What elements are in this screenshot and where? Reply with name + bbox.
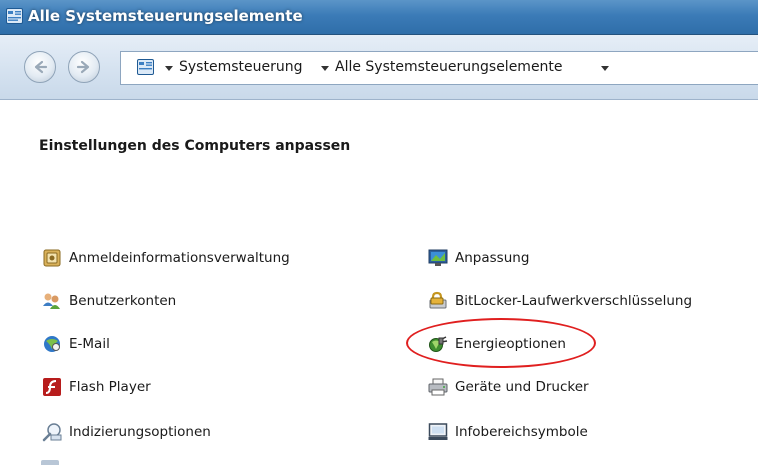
mail-icon bbox=[44, 336, 60, 352]
back-arrow-icon bbox=[34, 60, 48, 74]
credential-manager-icon bbox=[43, 249, 61, 267]
breadcrumb-systemsteuerung[interactable]: Systemsteuerung bbox=[179, 59, 302, 75]
breadcrumb-alle-elemente[interactable]: Alle Systemsteuerungselemente bbox=[335, 59, 563, 75]
personalization-icon bbox=[428, 249, 448, 266]
address-bar[interactable]: Systemsteuerung Alle Systemsteuerungsele… bbox=[120, 51, 758, 85]
devices-printers-icon bbox=[428, 378, 448, 396]
control-panel-icon bbox=[137, 59, 154, 75]
forward-button[interactable] bbox=[68, 51, 100, 83]
flash-player-icon bbox=[43, 378, 61, 396]
page-heading: Einstellungen des Computers anpassen bbox=[39, 138, 351, 154]
window-title: Alle Systemsteuerungselemente bbox=[28, 7, 303, 25]
notification-icons-icon bbox=[428, 423, 448, 440]
navigation-bar: Systemsteuerung Alle Systemsteuerungsele… bbox=[0, 35, 758, 100]
indexing-options-icon bbox=[42, 423, 62, 442]
chevron-down-icon[interactable] bbox=[165, 66, 173, 71]
title-bar: Alle Systemsteuerungselemente bbox=[0, 0, 758, 35]
partial-item-icon bbox=[41, 460, 59, 465]
user-accounts-icon bbox=[43, 293, 60, 309]
highlight-ellipse bbox=[406, 318, 596, 368]
chevron-down-icon[interactable] bbox=[601, 66, 609, 71]
control-panel-icon bbox=[6, 8, 23, 24]
back-button[interactable] bbox=[24, 51, 56, 83]
bitlocker-icon bbox=[429, 291, 447, 309]
forward-arrow-icon bbox=[76, 60, 90, 74]
chevron-down-icon[interactable] bbox=[321, 66, 329, 71]
